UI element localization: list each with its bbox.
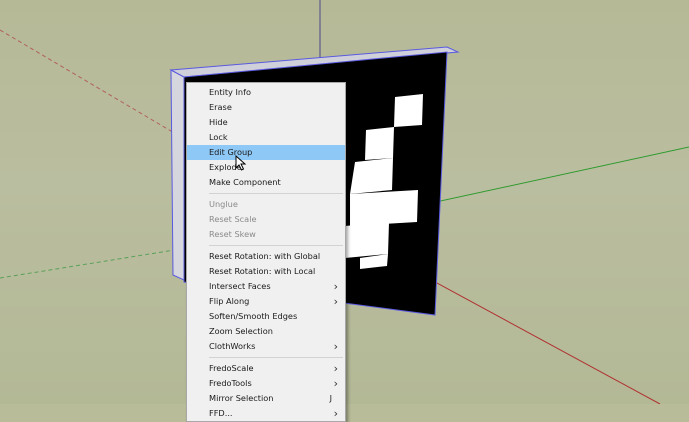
- menu-item-label: Soften/Smooth Edges: [209, 311, 298, 321]
- menu-item-erase[interactable]: Erase: [187, 100, 345, 115]
- menu-item-label: FFD...: [209, 408, 233, 418]
- menu-item-reset-skew[interactable]: Reset Skew: [187, 227, 345, 242]
- menu-item-reset-rotation-with-local[interactable]: Reset Rotation: with Local: [187, 264, 345, 279]
- context-menu: Entity Info Erase Hide Lock Edit Group Explod…: [186, 82, 346, 422]
- menu-separator: [209, 245, 343, 246]
- menu-item-flip-along[interactable]: Flip Along ›: [187, 294, 345, 309]
- chevron-right-icon: ›: [333, 340, 338, 353]
- chevron-right-icon: ›: [333, 362, 338, 375]
- modeling-viewport[interactable]: Entity Info Erase Hide Lock Edit Group Explod…: [0, 0, 689, 422]
- menu-item-explode[interactable]: Explode: [187, 160, 345, 175]
- menu-item-label: Make Component: [209, 177, 281, 187]
- menu-item-reset-scale[interactable]: Reset Scale: [187, 212, 345, 227]
- menu-item-label: Hide: [209, 117, 228, 127]
- menu-item-label: Reset Scale: [209, 214, 257, 224]
- chevron-right-icon: ›: [333, 280, 338, 293]
- menu-item-label: Erase: [209, 102, 232, 112]
- menu-item-unglue[interactable]: Unglue: [187, 197, 345, 212]
- menu-item-edit-group[interactable]: Edit Group: [187, 145, 345, 160]
- menu-item-fredotools[interactable]: FredoTools ›: [187, 376, 345, 391]
- menu-item-label: Flip Along: [209, 296, 250, 306]
- chevron-right-icon: ›: [333, 377, 338, 390]
- menu-separator: [209, 357, 343, 358]
- menu-item-label: Reset Rotation: with Local: [209, 266, 316, 276]
- menu-item-fredoscale[interactable]: FredoScale ›: [187, 361, 345, 376]
- menu-item-reset-rotation-with-global[interactable]: Reset Rotation: with Global: [187, 249, 345, 264]
- menu-item-label: Intersect Faces: [209, 281, 271, 291]
- menu-item-make-component[interactable]: Make Component: [187, 175, 345, 190]
- menu-item-label: Reset Skew: [209, 229, 256, 239]
- menu-item-soften-smooth-edges[interactable]: Soften/Smooth Edges: [187, 309, 345, 324]
- menu-item-clothworks[interactable]: ClothWorks ›: [187, 339, 345, 354]
- menu-separator: [209, 193, 343, 194]
- menu-item-zoom-selection[interactable]: Zoom Selection: [187, 324, 345, 339]
- menu-item-intersect-faces[interactable]: Intersect Faces ›: [187, 279, 345, 294]
- menu-item-label: ClothWorks: [209, 341, 256, 351]
- menu-item-entity-info[interactable]: Entity Info: [187, 85, 345, 100]
- panel-side-face[interactable]: [170, 69, 185, 281]
- menu-item-label: Entity Info: [209, 87, 252, 97]
- chevron-right-icon: ›: [333, 295, 338, 308]
- menu-item-label: Zoom Selection: [209, 326, 273, 336]
- menu-item-label: FredoScale: [209, 363, 254, 373]
- arrow-pointer-icon: [235, 155, 247, 171]
- menu-item-label: Unglue: [209, 199, 238, 209]
- chevron-right-icon: ›: [333, 407, 338, 420]
- menu-item-ffd[interactable]: FFD... ›: [187, 406, 345, 421]
- menu-item-label: Lock: [209, 132, 228, 142]
- menu-item-label: FredoTools: [209, 378, 252, 388]
- menu-item-lock[interactable]: Lock: [187, 130, 345, 145]
- menu-item-hide[interactable]: Hide: [187, 115, 345, 130]
- menu-item-label: Mirror Selection: [209, 393, 274, 403]
- menu-item-label: Reset Rotation: with Global: [209, 251, 321, 261]
